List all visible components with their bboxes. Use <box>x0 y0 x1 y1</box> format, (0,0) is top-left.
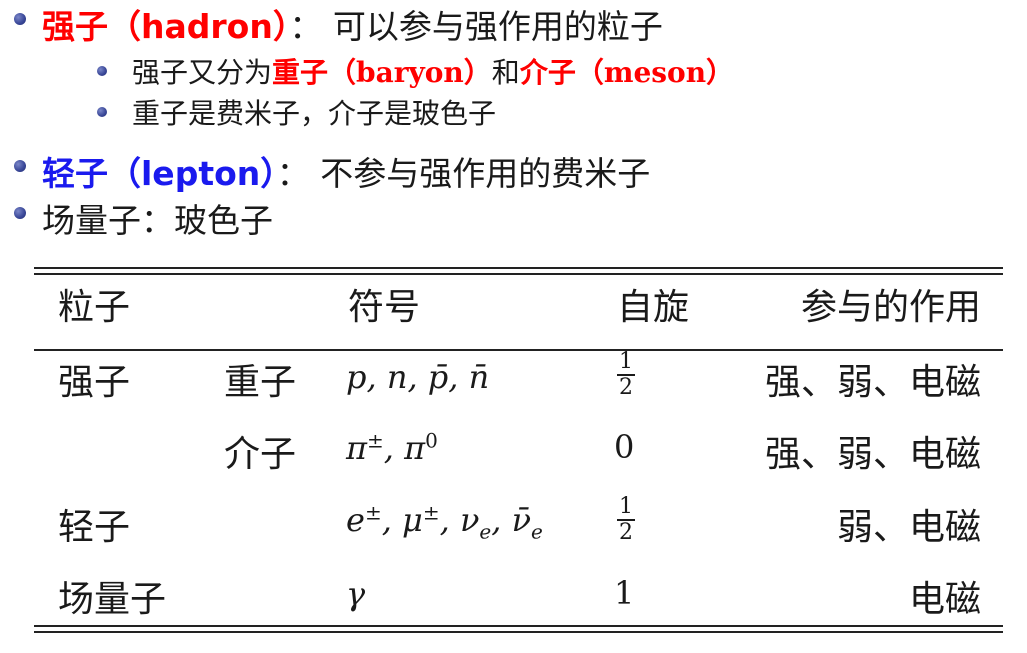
row-category: 强子 <box>58 362 131 403</box>
lepton-sep: ： <box>276 154 310 193</box>
row-interaction: 电磁 <box>908 579 981 620</box>
sub-bullet-marker <box>97 66 107 76</box>
split-mid: 和 <box>491 56 520 89</box>
lepton-term: 轻子（lepton） <box>42 154 277 193</box>
row-spin-fraction: 1 2 <box>617 351 635 399</box>
field-quanta-text: 场量子：玻色子 <box>42 201 273 240</box>
row-spin: 0 <box>614 428 635 466</box>
symbol-pi-pm: π±, π0 <box>346 428 438 467</box>
header-spin: 自旋 <box>617 287 690 328</box>
hadron-desc: 可以参与强作用的粒子 <box>332 7 663 46</box>
bullet-marker <box>14 160 26 172</box>
row-interaction: 弱、电磁 <box>836 507 981 548</box>
table-bottom-rule <box>34 625 1003 627</box>
statistics-text: 重子是费米子，介子是玻色子 <box>132 97 497 130</box>
sub-bullet-statistics: 重子是费米子，介子是玻色子 <box>132 92 496 132</box>
bullet-hadron: 强子（hadron）： 可以参与强作用的粒子 <box>42 0 663 48</box>
spin-denominator: 2 <box>619 374 633 400</box>
row-subcategory: 介子 <box>224 434 297 475</box>
baryon-term: 重子（baryon） <box>272 56 492 89</box>
row-symbol: γ <box>346 575 366 613</box>
table-top-rule <box>34 267 1003 269</box>
bullet-lepton: 轻子（lepton）： 不参与强作用的费米子 <box>42 147 650 195</box>
header-interaction: 参与的作用 <box>800 287 981 328</box>
table-header-rule <box>34 349 1003 351</box>
table-top-rule-2 <box>34 273 1003 275</box>
hadron-sep: ： <box>289 7 323 46</box>
lepton-desc: 不参与强作用的费米子 <box>320 154 651 193</box>
spin-numerator: 1 <box>619 494 633 519</box>
symbol-leptons: e±, μ±, νe, ν̄e <box>346 500 543 544</box>
row-symbol: p, n, p̄, n̄ <box>346 358 490 396</box>
row-spin-fraction: 1 2 <box>617 496 635 544</box>
row-subcategory: 重子 <box>224 362 297 403</box>
row-spin: 1 <box>614 574 635 612</box>
sub-bullet-hadron-split: 强子又分为重子（baryon）和介子（meson） <box>132 51 734 91</box>
bullet-marker <box>14 13 26 25</box>
row-interaction: 强、弱、电磁 <box>764 434 981 475</box>
split-pre: 强子又分为 <box>132 56 273 89</box>
row-symbol: π±, π0 <box>346 428 438 467</box>
header-particle: 粒子 <box>58 287 131 328</box>
spin-numerator: 1 <box>619 349 633 374</box>
bullet-field-quanta: 场量子：玻色子 <box>42 194 273 242</box>
table-bottom-rule-2 <box>34 631 1003 633</box>
bullet-marker <box>14 207 26 219</box>
row-symbol: e±, μ±, νe, ν̄e <box>346 500 543 543</box>
meson-term: 介子（meson） <box>519 56 735 89</box>
row-category: 场量子 <box>58 579 167 620</box>
header-symbol: 符号 <box>348 287 421 328</box>
row-category: 轻子 <box>58 507 131 548</box>
hadron-term: 强子（hadron） <box>42 7 290 46</box>
sub-bullet-marker <box>97 107 107 117</box>
row-interaction: 强、弱、电磁 <box>764 362 981 403</box>
spin-denominator: 2 <box>619 519 633 545</box>
